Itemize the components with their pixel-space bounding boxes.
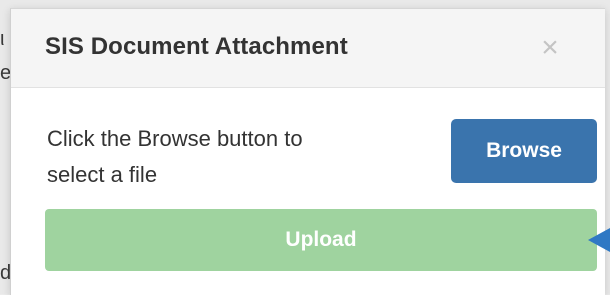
background-text-fragment: d	[0, 262, 10, 284]
browse-button[interactable]: Browse	[451, 119, 597, 183]
pointer-arrow-icon	[588, 228, 610, 252]
background-text-fragment: e	[0, 62, 10, 84]
upload-button[interactable]: Upload	[45, 209, 597, 271]
modal-header: SIS Document Attachment ×	[11, 9, 605, 88]
instruction-line-2: select a file	[47, 162, 158, 187]
document-attachment-modal: SIS Document Attachment × Click the Brow…	[10, 8, 605, 295]
background-text-fragment: ι	[0, 28, 5, 50]
instruction-line-1: Click the Browse button to	[47, 126, 303, 151]
instruction-text: Click the Browse button to select a file	[47, 121, 427, 193]
close-icon[interactable]: ×	[535, 33, 565, 63]
modal-title: SIS Document Attachment	[45, 33, 348, 60]
